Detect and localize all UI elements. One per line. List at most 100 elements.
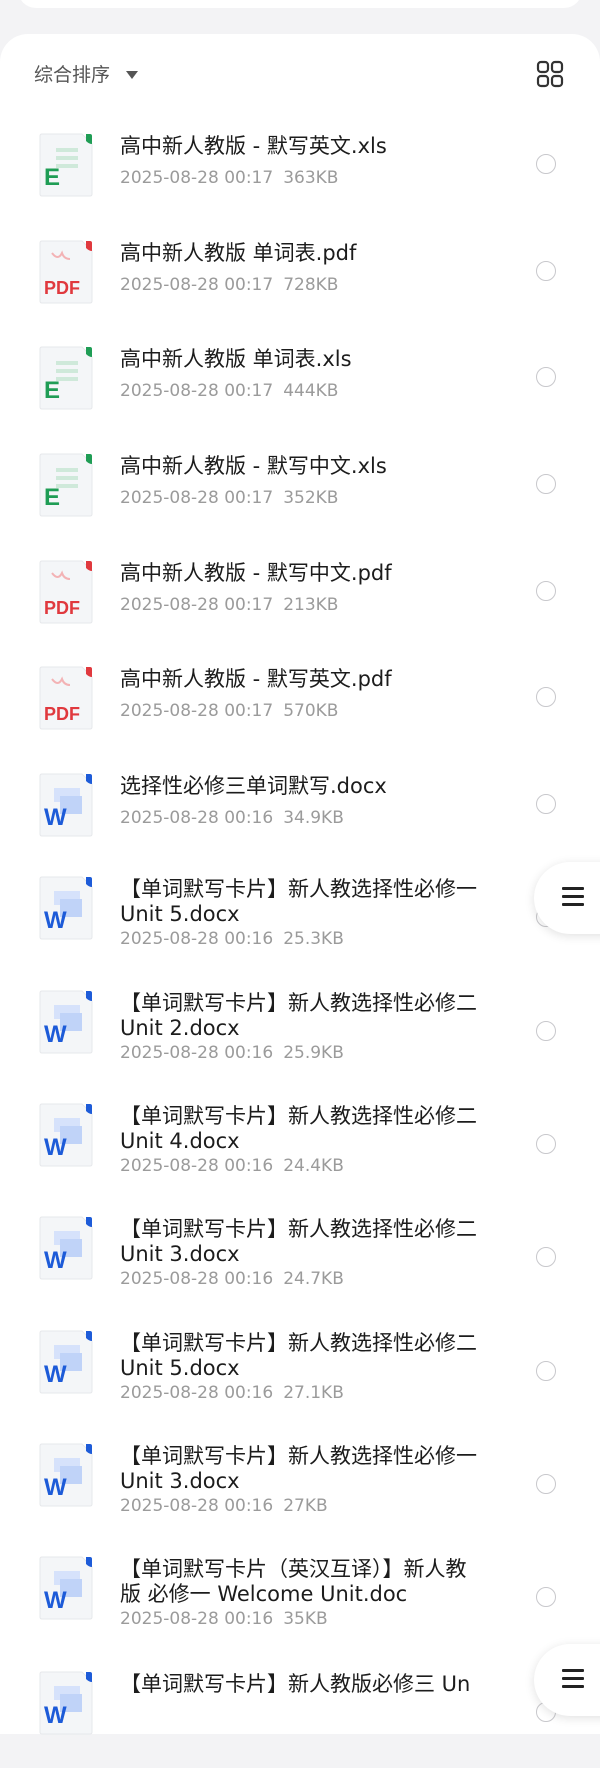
file-meta: 2025-08-28 00:16 27KB — [120, 1496, 328, 1516]
menu-icon — [562, 1669, 584, 1693]
file-type-badge: W — [44, 1247, 67, 1274]
file-type-badge: W — [44, 1702, 67, 1729]
file-meta: 2025-08-28 00:16 25.3KB — [120, 929, 344, 949]
select-radio[interactable] — [536, 154, 556, 174]
file-meta: 2025-08-28 00:17 728KB — [120, 275, 338, 295]
file-type-badge: E — [44, 164, 61, 191]
top-card-edge — [18, 0, 582, 8]
file-meta: 2025-08-28 00:16 25.9KB — [120, 1043, 344, 1063]
file-list-item[interactable]: W 【单词默写卡片（英汉互译）】新人教版 必修一 Welcome Unit.doc… — [0, 1553, 600, 1653]
select-radio[interactable] — [536, 1361, 556, 1381]
file-list-item[interactable]: W 【单词默写卡片】新人教版必修三 Un — [0, 1668, 600, 1768]
file-list-item[interactable]: PDF 高中新人教版 - 默写中文.pdf 2025-08-28 00:17 213K… — [0, 557, 600, 657]
file-list-item[interactable]: W 【单词默写卡片】新人教选择性必修二 Unit 2.docx 2025-08-28… — [0, 987, 600, 1087]
file-list-item[interactable]: W 【单词默写卡片】新人教选择性必修二 Unit 5.docx 2025-08-28… — [0, 1327, 600, 1427]
file-meta: 2025-08-28 00:16 24.7KB — [120, 1269, 344, 1289]
file-list-item[interactable]: W 选择性必修三单词默写.docx 2025-08-28 00:16 34.9KB — [0, 770, 600, 870]
file-date: 2025-08-28 00:16 — [120, 929, 274, 949]
file-name: 【单词默写卡片】新人教选择性必修二 Unit 3.docx — [120, 1217, 477, 1266]
select-radio[interactable] — [536, 367, 556, 387]
word-file-icon: W — [38, 772, 94, 838]
file-meta: 2025-08-28 00:17 444KB — [120, 381, 338, 401]
file-size: 213KB — [283, 595, 339, 615]
file-size: 728KB — [283, 275, 339, 295]
file-name: 【单词默写卡片】新人教版必修三 Un — [120, 1672, 471, 1696]
file-type-badge: W — [44, 907, 67, 934]
file-list-item[interactable]: W 【单词默写卡片】新人教选择性必修二 Unit 3.docx 2025-08-28… — [0, 1213, 600, 1313]
file-list-item[interactable]: PDF 高中新人教版 - 默写英文.pdf 2025-08-28 00:17 570K… — [0, 663, 600, 763]
file-type-badge: W — [44, 1474, 67, 1501]
file-name: 高中新人教版 - 默写中文.xls — [120, 454, 387, 478]
file-size: 25.9KB — [283, 1043, 344, 1063]
file-list-item[interactable]: W 【单词默写卡片】新人教选择性必修一 Unit 3.docx 2025-08-28… — [0, 1440, 600, 1540]
file-size: 352KB — [283, 488, 339, 508]
file-date: 2025-08-28 00:17 — [120, 488, 274, 508]
select-radio[interactable] — [536, 1587, 556, 1607]
file-size: 570KB — [283, 701, 339, 721]
file-size: 35KB — [283, 1609, 328, 1629]
word-file-icon: W — [38, 1670, 94, 1736]
sort-dropdown[interactable]: 综合排序 — [34, 60, 139, 87]
file-meta: 2025-08-28 00:17 363KB — [120, 168, 338, 188]
file-type-badge: W — [44, 1587, 67, 1614]
pdf-file-icon: PDF — [38, 559, 94, 625]
file-name: 高中新人教版 单词表.xls — [120, 347, 352, 371]
excel-file-icon: E — [38, 132, 94, 198]
file-type-badge: W — [44, 1361, 67, 1388]
file-date: 2025-08-28 00:17 — [120, 701, 274, 721]
select-radio[interactable] — [536, 261, 556, 281]
grid-view-icon[interactable] — [536, 60, 564, 88]
file-size: 363KB — [283, 168, 339, 188]
file-meta: 2025-08-28 00:17 570KB — [120, 701, 338, 721]
floating-menu-button-bottom[interactable] — [534, 1644, 600, 1716]
file-name: 【单词默写卡片】新人教选择性必修二 Unit 4.docx — [120, 1104, 477, 1153]
file-type-badge: PDF — [44, 278, 80, 298]
file-type-badge: W — [44, 804, 67, 831]
excel-file-icon: E — [38, 345, 94, 411]
file-size: 27KB — [283, 1496, 328, 1516]
file-list-item[interactable]: E 高中新人教版 - 默写中文.xls 2025-08-28 00:17 352KB — [0, 450, 600, 550]
select-radio[interactable] — [536, 794, 556, 814]
file-type-badge: W — [44, 1021, 67, 1048]
file-list-item[interactable]: W 【单词默写卡片】新人教选择性必修一 Unit 5.docx 2025-08-28… — [0, 873, 600, 973]
select-radio[interactable] — [536, 581, 556, 601]
select-radio[interactable] — [536, 1474, 556, 1494]
file-meta: 2025-08-28 00:17 213KB — [120, 595, 338, 615]
file-name: 【单词默写卡片】新人教选择性必修一 Unit 5.docx — [120, 877, 477, 926]
file-name: 【单词默写卡片】新人教选择性必修二 Unit 2.docx — [120, 991, 477, 1040]
file-name: 【单词默写卡片】新人教选择性必修一 Unit 3.docx — [120, 1444, 477, 1493]
file-size: 34.9KB — [283, 808, 344, 828]
file-name: 高中新人教版 - 默写英文.pdf — [120, 667, 392, 691]
file-meta: 2025-08-28 00:17 352KB — [120, 488, 338, 508]
select-radio[interactable] — [536, 1134, 556, 1154]
word-file-icon: W — [38, 875, 94, 941]
select-radio[interactable] — [536, 1247, 556, 1267]
select-radio[interactable] — [536, 1021, 556, 1041]
file-date: 2025-08-28 00:16 — [120, 808, 274, 828]
file-date: 2025-08-28 00:16 — [120, 1043, 274, 1063]
file-type-badge: PDF — [44, 598, 80, 618]
file-date: 2025-08-28 00:16 — [120, 1609, 274, 1629]
file-date: 2025-08-28 00:17 — [120, 275, 274, 295]
floating-menu-button[interactable] — [534, 862, 600, 934]
menu-icon — [562, 887, 584, 911]
file-date: 2025-08-28 00:17 — [120, 168, 274, 188]
file-meta: 2025-08-28 00:16 35KB — [120, 1609, 328, 1629]
file-meta: 2025-08-28 00:16 24.4KB — [120, 1156, 344, 1176]
file-list-item[interactable]: E 高中新人教版 单词表.xls 2025-08-28 00:17 444KB — [0, 343, 600, 443]
file-name: 高中新人教版 - 默写英文.xls — [120, 134, 387, 158]
word-file-icon: W — [38, 1102, 94, 1168]
file-date: 2025-08-28 00:16 — [120, 1496, 274, 1516]
file-meta: 2025-08-28 00:16 27.1KB — [120, 1383, 344, 1403]
pdf-file-icon: PDF — [38, 239, 94, 305]
file-name: 高中新人教版 - 默写中文.pdf — [120, 561, 392, 585]
select-radio[interactable] — [536, 474, 556, 494]
file-list-item[interactable]: E 高中新人教版 - 默写英文.xls 2025-08-28 00:17 363KB — [0, 130, 600, 230]
file-list-item[interactable]: W 【单词默写卡片】新人教选择性必修二 Unit 4.docx 2025-08-28… — [0, 1100, 600, 1200]
select-radio[interactable] — [536, 687, 556, 707]
file-list-item[interactable]: PDF 高中新人教版 单词表.pdf 2025-08-28 00:17 728KB — [0, 237, 600, 337]
pdf-file-icon: PDF — [38, 665, 94, 731]
file-date: 2025-08-28 00:16 — [120, 1269, 274, 1289]
file-meta: 2025-08-28 00:16 34.9KB — [120, 808, 344, 828]
word-file-icon: W — [38, 989, 94, 1055]
